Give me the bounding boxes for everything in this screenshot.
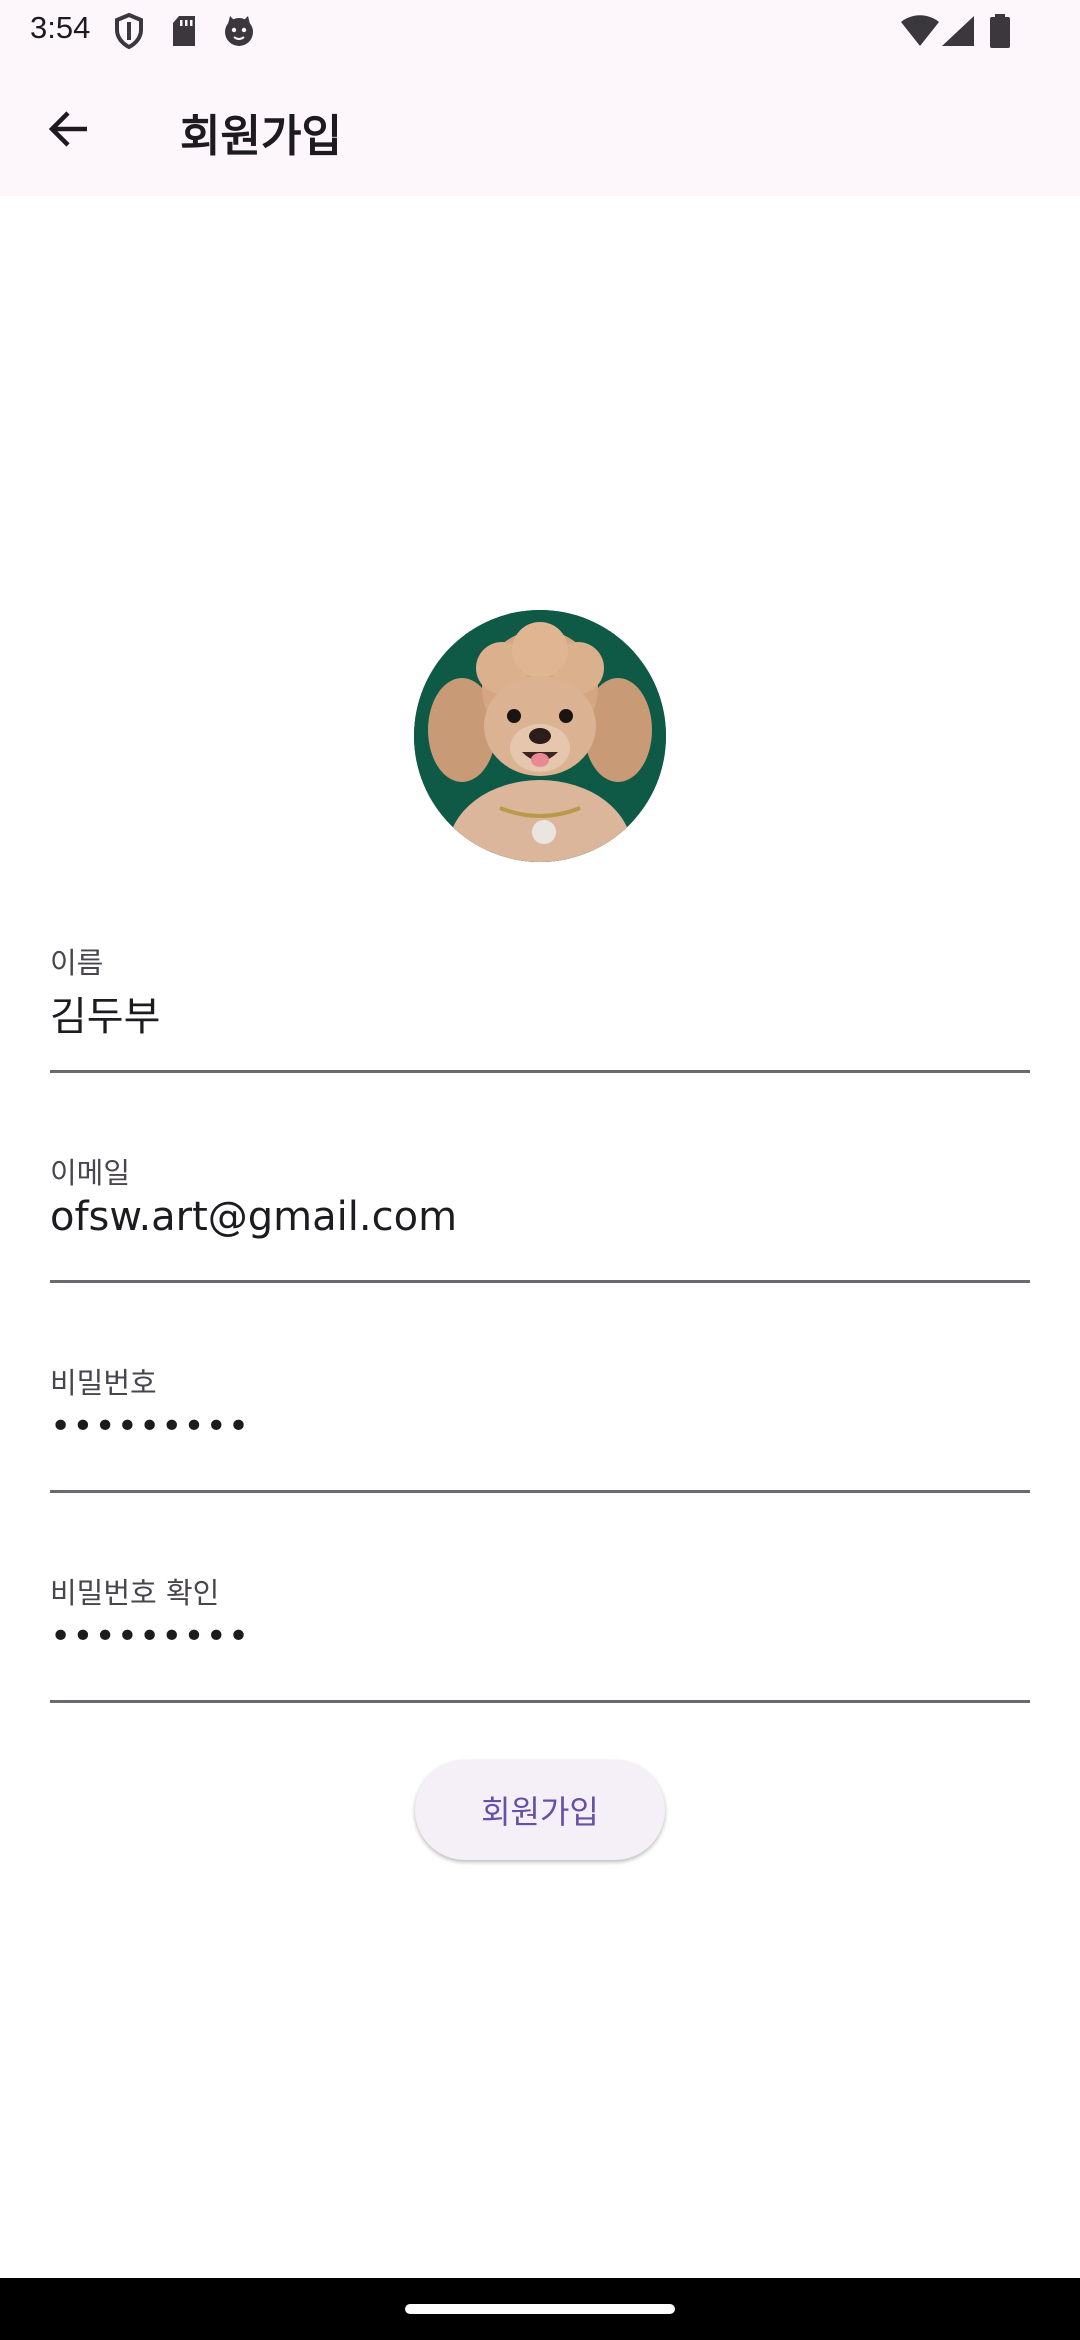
profile-avatar[interactable] (414, 610, 666, 862)
signup-screen: 3:54 회원가입 이름 김두부 이메일 ofsw.art@gmail.com … (0, 0, 1080, 2340)
name-input[interactable]: 김두부 (50, 984, 160, 1042)
gesture-nav-bar (0, 2278, 1080, 2340)
page-title: 회원가입 (180, 111, 342, 162)
sd-card-icon (173, 16, 195, 46)
email-input[interactable]: ofsw.art@gmail.com (50, 1194, 457, 1240)
name-label: 이름 (50, 946, 104, 980)
password-confirm-label: 비밀번호 확인 (50, 1576, 220, 1610)
cat-face-icon (225, 16, 253, 46)
back-button[interactable] (30, 98, 108, 160)
dog-photo-avatar (414, 610, 666, 862)
password-field[interactable]: 비밀번호 ••••••••• (50, 1352, 1030, 1493)
wifi-icon (901, 15, 939, 46)
signup-button[interactable]: 회원가입 (415, 1760, 665, 1860)
name-field[interactable]: 이름 김두부 (50, 932, 1030, 1073)
arrow-back-icon (48, 111, 87, 147)
status-bar: 3:54 (0, 0, 1080, 62)
signal-icon (942, 16, 974, 46)
password-confirm-input[interactable]: ••••••••• (50, 1616, 250, 1657)
password-input[interactable]: ••••••••• (50, 1406, 250, 1447)
password-confirm-field[interactable]: 비밀번호 확인 ••••••••• (50, 1562, 1030, 1703)
top-app-bar: 회원가입 (0, 62, 1080, 196)
email-field[interactable]: 이메일 ofsw.art@gmail.com (50, 1142, 1030, 1283)
shield-icon (115, 13, 143, 49)
home-handle[interactable] (405, 2304, 675, 2314)
password-label: 비밀번호 (50, 1366, 157, 1400)
email-label: 이메일 (50, 1156, 131, 1190)
battery-icon (990, 14, 1010, 48)
status-time: 3:54 (30, 10, 91, 45)
